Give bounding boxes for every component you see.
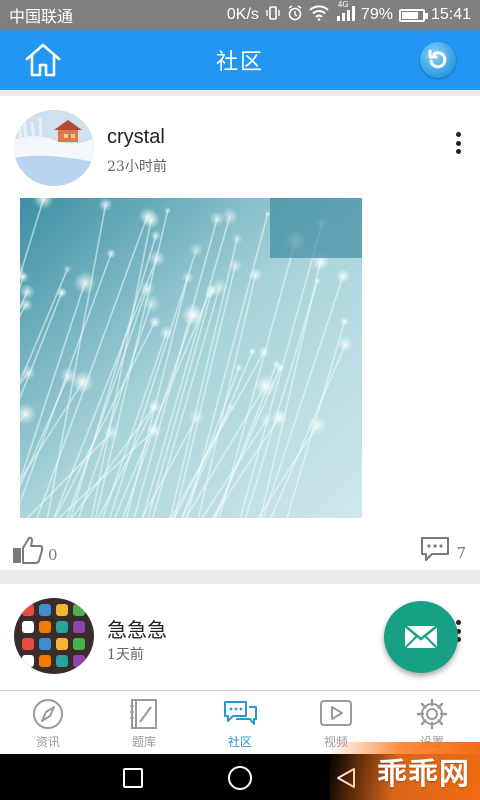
square-icon: [123, 768, 143, 788]
tab-news[interactable]: 资讯: [0, 691, 96, 754]
more-options-button[interactable]: [454, 132, 462, 154]
comment-icon: [421, 537, 450, 561]
post-time: 23小时前: [107, 159, 167, 175]
play-icon: [318, 698, 354, 730]
refresh-icon: [428, 49, 447, 69]
home-button[interactable]: [24, 42, 62, 78]
phone-apps-avatar: [14, 598, 94, 674]
snow-cabin-avatar: [14, 110, 94, 186]
like-button[interactable]: 0: [12, 536, 58, 564]
network-speed: 0K/s: [226, 6, 259, 23]
comment-count: 7: [456, 544, 466, 562]
home-icon: [25, 43, 61, 77]
clock: 15:41: [430, 6, 471, 23]
fiber-optics-image: [20, 198, 362, 518]
wifi-icon: [309, 4, 329, 26]
tab-label: 题库: [131, 735, 156, 749]
post-feed[interactable]: crystal 23小时前 0 7 急急急 1天前: [0, 96, 480, 690]
app-screen: 中国联通 0K/s 4G 79% 15:41 社区 crystal 23小时前 …: [0, 0, 480, 800]
compose-message-button[interactable]: [384, 601, 458, 673]
author-avatar[interactable]: [14, 598, 94, 674]
refresh-button[interactable]: [420, 42, 456, 78]
tab-community[interactable]: 社区: [192, 691, 288, 754]
page-title: 社区: [215, 50, 264, 75]
more-dot: [455, 149, 461, 154]
author-name[interactable]: crystal: [107, 126, 165, 149]
chat-bubbles-icon: [222, 698, 258, 730]
more-dot: [455, 132, 461, 137]
thumbs-up-icon: [13, 536, 44, 564]
like-count: 0: [48, 546, 58, 564]
carrier-name: 中国联通: [9, 7, 74, 26]
watermark-text: 乖乖网: [377, 757, 470, 792]
more-dot: [455, 620, 461, 625]
comment-button[interactable]: 7: [420, 536, 466, 562]
app-header: 社区: [0, 30, 480, 90]
home-nav-button[interactable]: [227, 765, 253, 795]
signal-icon: 4G: [335, 0, 355, 26]
gear-icon: [414, 698, 450, 730]
post-time: 1天前: [107, 647, 144, 663]
status-bar: 中国联通 0K/s 4G 79% 15:41: [0, 0, 480, 30]
battery-icon: [398, 8, 428, 22]
vibrate-icon: [265, 5, 281, 26]
recent-apps-button[interactable]: [122, 767, 144, 793]
tab-label: 资讯: [35, 735, 60, 749]
envelope-icon: [404, 625, 438, 649]
compass-icon: [30, 698, 66, 730]
author-name[interactable]: 急急急: [107, 614, 167, 643]
author-avatar[interactable]: [14, 110, 94, 186]
tab-question-bank[interactable]: 题库: [96, 691, 192, 754]
alarm-icon: [287, 4, 303, 26]
watermark: 乖乖网: [330, 742, 480, 800]
circle-icon: [228, 766, 252, 790]
status-indicators: 0K/s 4G 79% 15:41: [226, 0, 471, 26]
network-type: 4G: [337, 0, 349, 9]
more-dot: [455, 140, 461, 146]
post-image[interactable]: [20, 198, 362, 518]
tab-label: 社区: [227, 735, 252, 749]
battery-percent: 79%: [360, 6, 393, 23]
post-card[interactable]: crystal 23小时前 0 7: [0, 96, 480, 570]
notebook-icon: [126, 698, 162, 730]
